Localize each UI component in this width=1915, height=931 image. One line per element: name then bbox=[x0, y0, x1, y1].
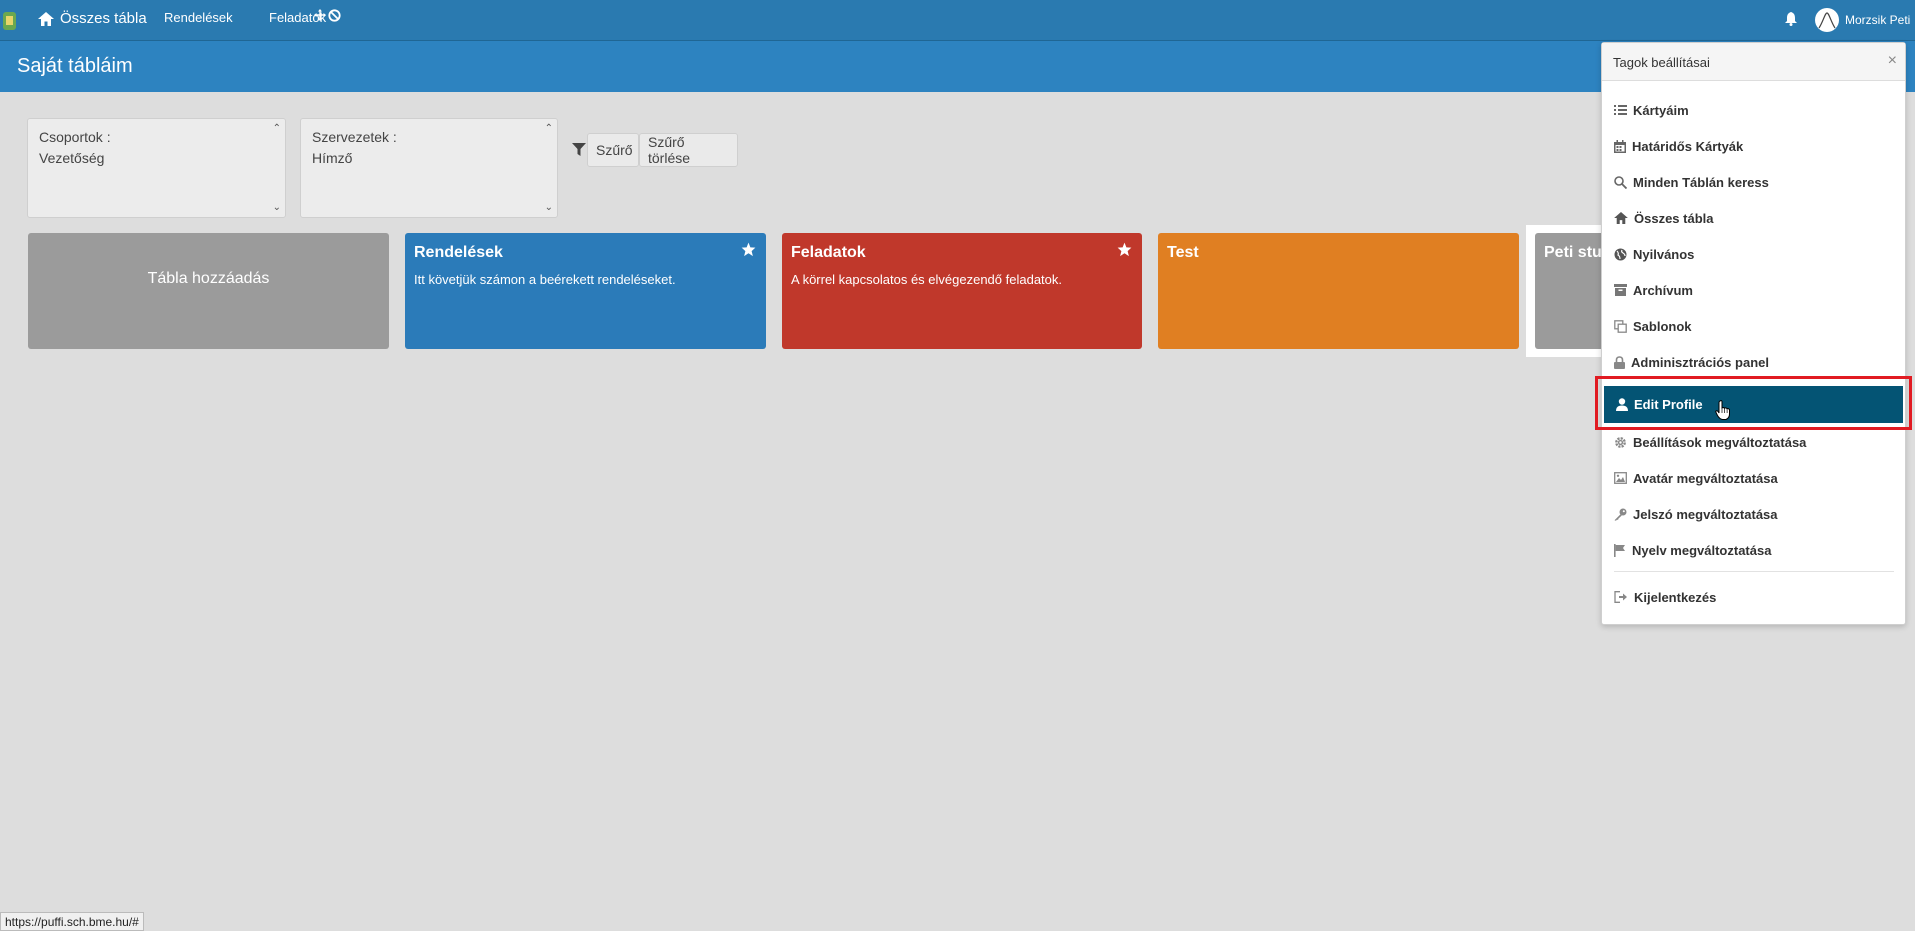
board-title: Feladatok bbox=[791, 244, 866, 261]
filter-button[interactable]: Szűrő bbox=[587, 133, 639, 167]
menu-item-label: Nyilvános bbox=[1633, 246, 1695, 262]
chevron-down-icon[interactable]: ⌄ bbox=[545, 202, 553, 213]
member-settings-dropdown: Tagok beállításai × Kártyáim Határidős K… bbox=[1601, 42, 1906, 625]
dropdown-divider bbox=[1614, 571, 1894, 572]
page-title: Saját tábláim bbox=[17, 55, 133, 77]
lock-icon bbox=[1614, 355, 1625, 369]
groups-filter-value[interactable]: Vezetőség bbox=[39, 150, 104, 166]
top-navbar: Összes tábla Rendelések Feladatok Morzsi… bbox=[0, 0, 1915, 41]
orgs-filter[interactable]: Szervezetek : Hímző ⌃ ⌄ bbox=[300, 118, 558, 218]
menu-item-change-settings[interactable]: Beállítások megváltoztatása bbox=[1602, 425, 1905, 459]
chevron-down-icon[interactable]: ⌄ bbox=[273, 202, 281, 213]
menu-item-label: Határidős Kártyák bbox=[1632, 138, 1744, 154]
menu-item-public[interactable]: Nyilvános bbox=[1602, 237, 1905, 271]
menu-item-archive[interactable]: Archívum bbox=[1602, 273, 1905, 307]
copy-icon bbox=[1614, 319, 1627, 333]
menu-item-templates[interactable]: Sablonok bbox=[1602, 309, 1905, 343]
menu-item-edit-profile[interactable]: Edit Profile bbox=[1604, 386, 1903, 423]
clear-filter-button[interactable]: Szűrő törlése bbox=[639, 133, 738, 167]
calendar-icon bbox=[1614, 139, 1626, 153]
home-icon bbox=[1614, 212, 1628, 224]
board-description: A körrel kapcsolatos és elvégezendő fela… bbox=[791, 272, 1063, 287]
star-icon[interactable] bbox=[741, 242, 756, 257]
flag-icon bbox=[1614, 543, 1625, 557]
close-icon[interactable]: × bbox=[1888, 52, 1897, 70]
user-menu[interactable]: Morzsik Peti bbox=[1815, 8, 1910, 32]
menu-item-label: Avatár megváltoztatása bbox=[1633, 470, 1778, 486]
gear-icon bbox=[1615, 436, 1626, 448]
nav-home-label: Összes tábla bbox=[60, 10, 147, 27]
menu-item-all-boards[interactable]: Összes tábla bbox=[1602, 201, 1905, 235]
status-bar-url: https://puffi.sch.bme.hu/# bbox=[0, 912, 144, 931]
star-icon[interactable] bbox=[1117, 242, 1132, 257]
menu-item-label: Archívum bbox=[1633, 282, 1693, 298]
menu-item-change-avatar[interactable]: Avatár megváltoztatása bbox=[1602, 461, 1905, 495]
menu-item-my-cards[interactable]: Kártyáim bbox=[1602, 93, 1905, 127]
menu-item-label: Összes tábla bbox=[1634, 210, 1714, 226]
move-icon[interactable] bbox=[314, 9, 326, 21]
filter-icon bbox=[572, 143, 586, 156]
add-board-card[interactable]: Tábla hozzáadás bbox=[28, 233, 389, 349]
groups-filter[interactable]: Csoportok : Vezetőség ⌃ ⌄ bbox=[27, 118, 286, 218]
menu-item-label: Kártyáim bbox=[1633, 102, 1689, 118]
user-icon bbox=[1616, 398, 1628, 411]
menu-item-change-language[interactable]: Nyelv megváltoztatása bbox=[1602, 533, 1905, 567]
list-icon bbox=[1614, 105, 1627, 115]
archive-icon bbox=[1614, 284, 1627, 296]
menu-item-change-password[interactable]: Jelszó megváltoztatása bbox=[1602, 497, 1905, 531]
search-icon bbox=[1614, 175, 1627, 189]
board-card-rendelesek[interactable]: Rendelések Itt követjük számon a beéreke… bbox=[405, 233, 766, 349]
board-title: Peti stu bbox=[1544, 244, 1602, 261]
menu-item-due-cards[interactable]: Határidős Kártyák bbox=[1602, 129, 1905, 163]
board-title: Test bbox=[1167, 244, 1199, 261]
app-logo[interactable] bbox=[2, 10, 17, 32]
board-card-peti[interactable]: Peti stu bbox=[1535, 233, 1602, 349]
user-name: Morzsik Peti bbox=[1845, 13, 1911, 27]
dropdown-title: Tagok beállításai bbox=[1613, 55, 1710, 70]
menu-item-label: Jelszó megváltoztatása bbox=[1633, 506, 1778, 522]
menu-item-label: Minden Táblán keress bbox=[1633, 174, 1769, 190]
menu-item-logout[interactable]: Kijelentkezés bbox=[1602, 580, 1905, 614]
menu-item-global-search[interactable]: Minden Táblán keress bbox=[1602, 165, 1905, 199]
globe-icon bbox=[1614, 248, 1627, 260]
sign-out-icon bbox=[1614, 591, 1627, 603]
menu-item-label: Adminisztrációs panel bbox=[1631, 354, 1769, 370]
nav-tools bbox=[314, 9, 341, 22]
menu-item-label: Edit Profile bbox=[1634, 397, 1703, 412]
nav-all-boards[interactable]: Összes tábla bbox=[38, 10, 147, 27]
menu-item-admin-panel[interactable]: Adminisztrációs panel bbox=[1602, 345, 1905, 379]
orgs-filter-value[interactable]: Hímző bbox=[312, 150, 352, 166]
add-board-label: Tábla hozzáadás bbox=[147, 270, 270, 287]
image-icon bbox=[1614, 472, 1627, 484]
chevron-up-icon[interactable]: ⌃ bbox=[545, 123, 553, 134]
groups-filter-label: Csoportok : bbox=[39, 129, 111, 145]
hand-cursor-icon bbox=[1715, 400, 1730, 420]
menu-item-label: Nyelv megváltoztatása bbox=[1632, 542, 1772, 558]
bell-icon[interactable] bbox=[1785, 12, 1797, 26]
chevron-up-icon[interactable]: ⌃ bbox=[273, 123, 281, 134]
home-icon bbox=[38, 11, 54, 26]
ban-icon[interactable] bbox=[328, 9, 341, 22]
menu-item-label: Beállítások megváltoztatása bbox=[1633, 434, 1807, 450]
orgs-filter-label: Szervezetek : bbox=[312, 129, 397, 145]
board-card-feladatok[interactable]: Feladatok A körrel kapcsolatos és elvége… bbox=[782, 233, 1142, 349]
key-icon bbox=[1614, 508, 1627, 521]
board-card-test[interactable]: Test bbox=[1158, 233, 1519, 349]
board-title: Rendelések bbox=[414, 244, 503, 261]
menu-item-label: Sablonok bbox=[1633, 318, 1692, 334]
menu-item-label: Kijelentkezés bbox=[1634, 589, 1717, 605]
dropdown-header: Tagok beállításai × bbox=[1602, 43, 1905, 81]
board-description: Itt követjük számon a beérekett rendelés… bbox=[414, 272, 676, 287]
avatar bbox=[1815, 8, 1839, 32]
nav-link-rendelesek[interactable]: Rendelések bbox=[164, 10, 233, 25]
